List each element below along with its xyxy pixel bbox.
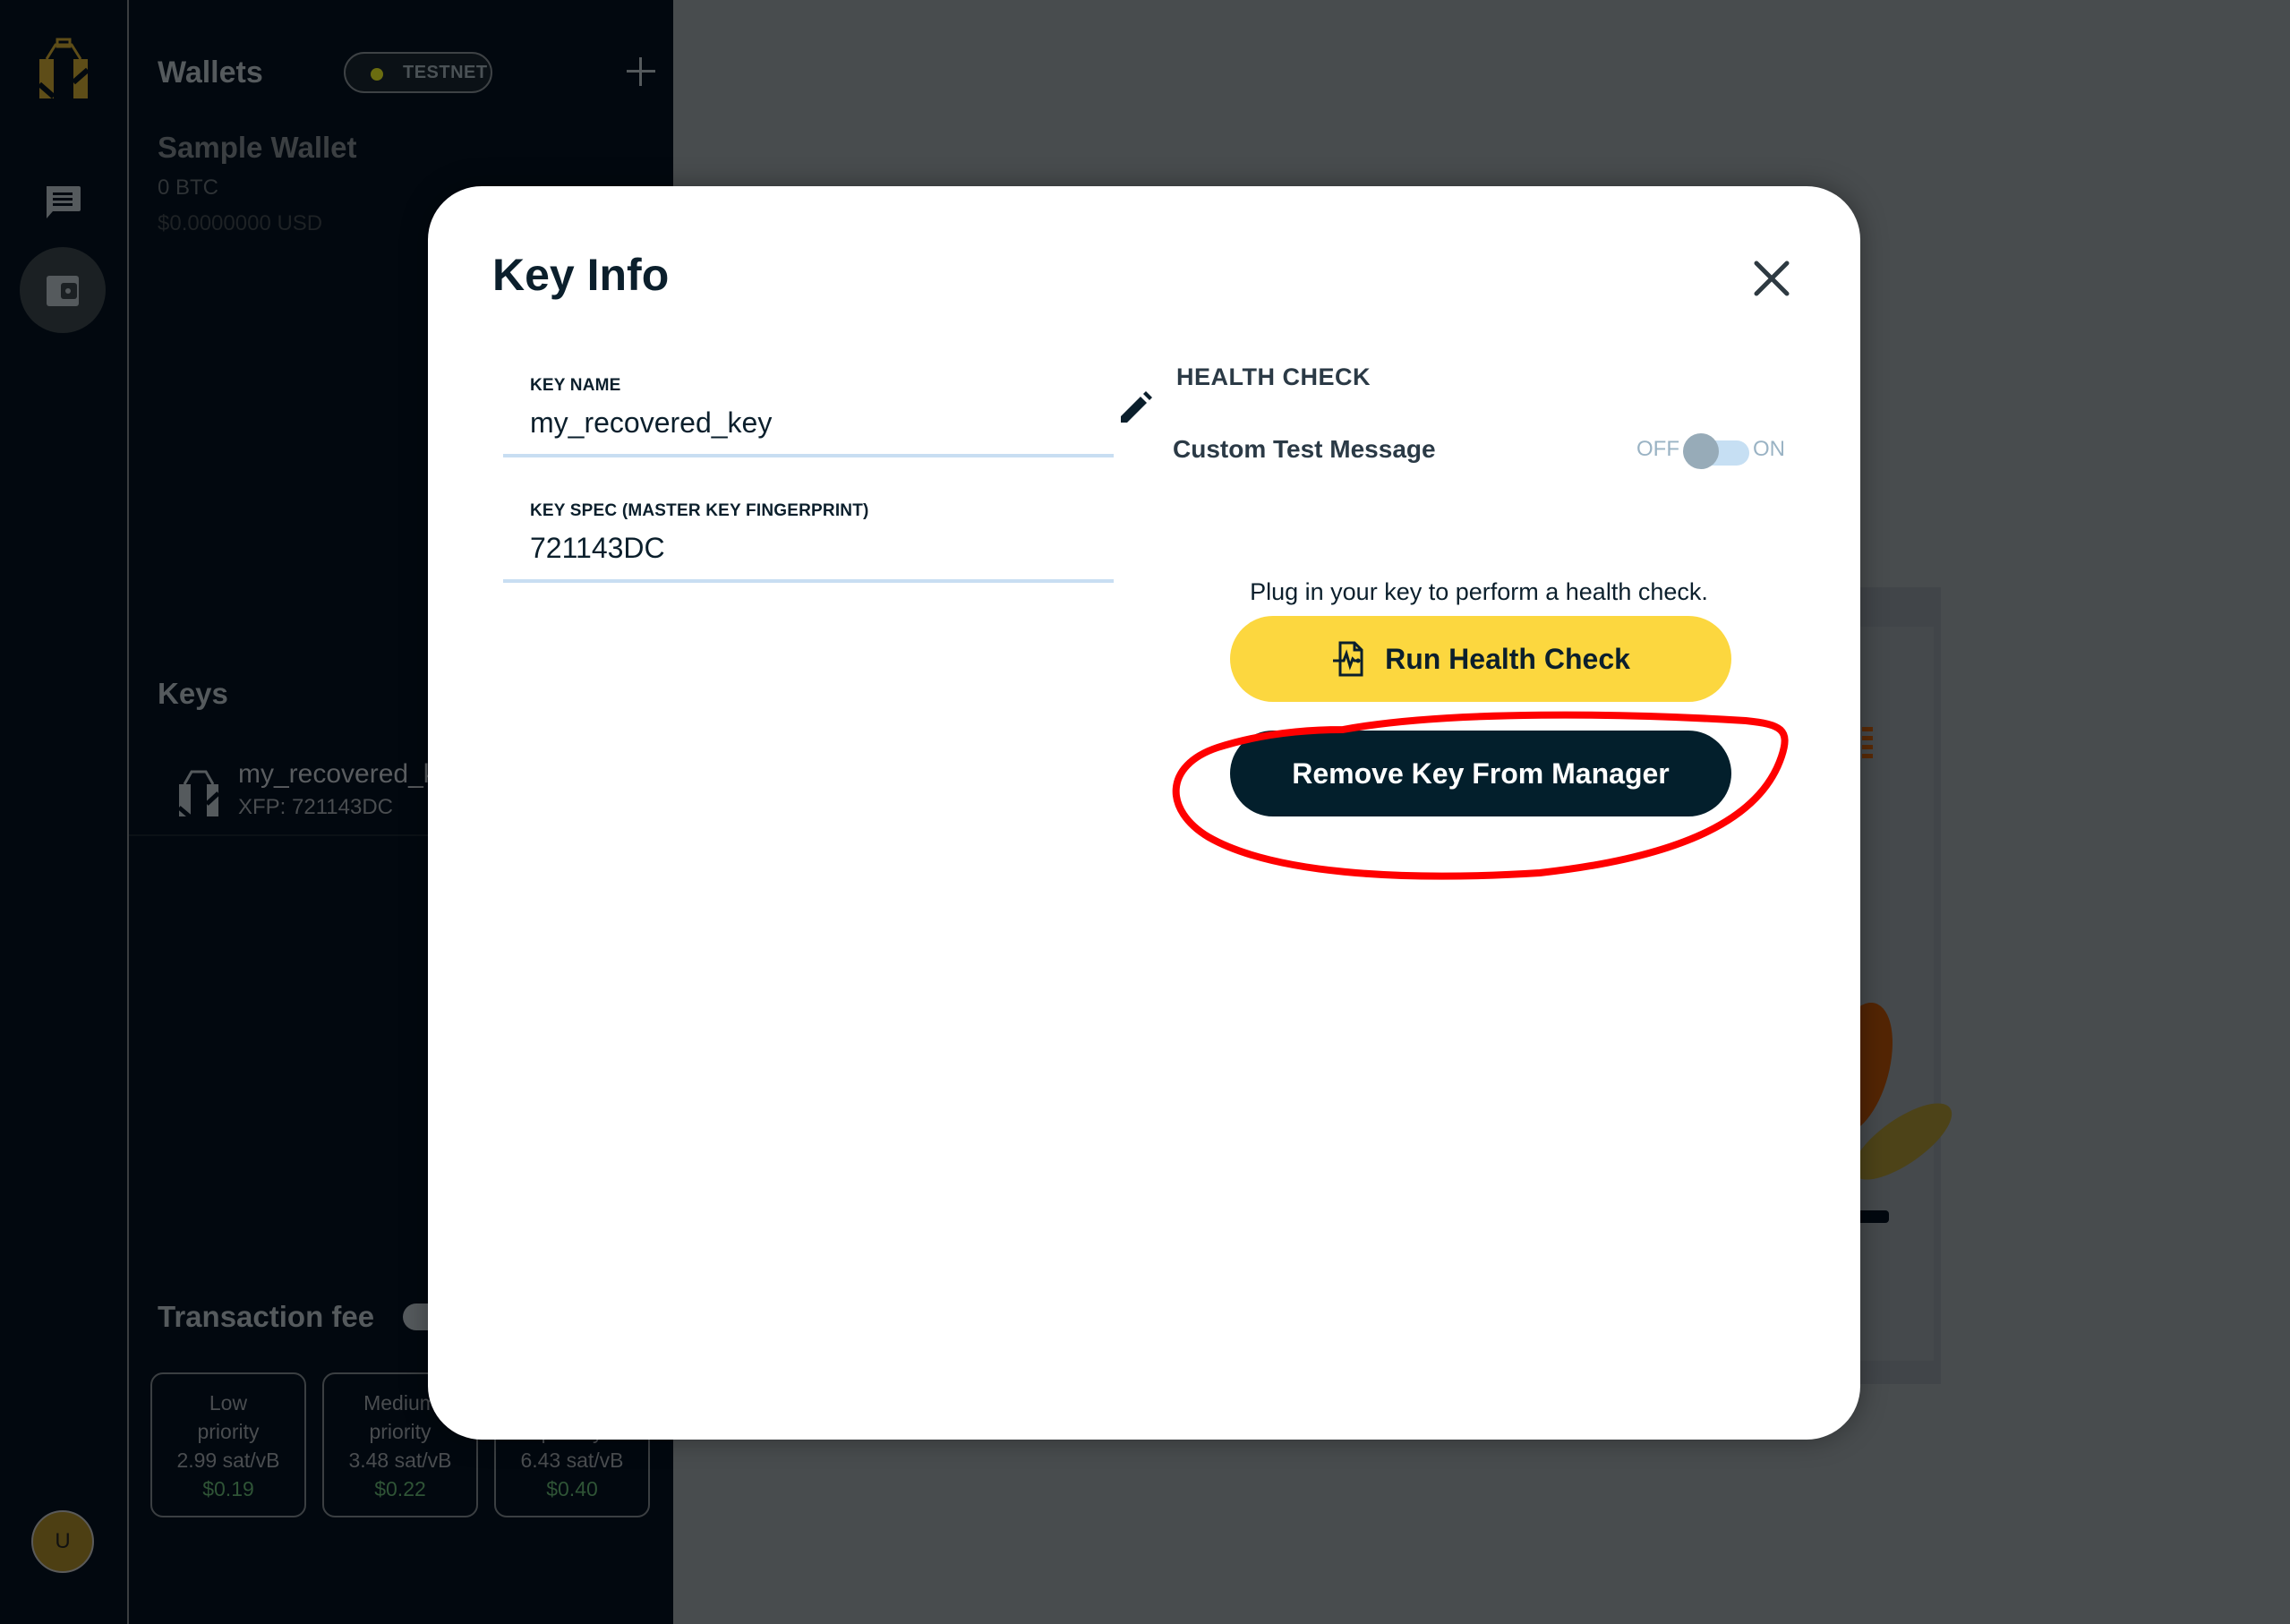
fee-option-low[interactable]: Low priority 2.99 sat/vB $0.19: [150, 1372, 306, 1517]
run-health-check-button[interactable]: Run Health Check: [1230, 616, 1731, 702]
key-spec-label: KEY SPEC (MASTER KEY FINGERPRINT): [530, 501, 869, 520]
illustration-stripes: [1862, 727, 1873, 763]
fee-priority-suffix: priority: [197, 1420, 260, 1443]
wallet-btc-balance: 0 BTC: [158, 175, 219, 200]
unchained-logo-icon: [38, 38, 90, 99]
key-spec-value: 721143DC: [530, 532, 665, 564]
toggle-off-label: OFF: [1636, 437, 1679, 461]
toggle-knob[interactable]: [1683, 433, 1719, 469]
chat-icon[interactable]: [44, 184, 81, 222]
plus-icon[interactable]: [623, 54, 659, 90]
fee-rate: 2.99 sat/vB: [176, 1449, 280, 1472]
pencil-icon[interactable]: [1115, 389, 1155, 428]
nav-wallets-button[interactable]: [20, 247, 106, 333]
hardware-key-icon: [177, 770, 220, 818]
fee-usd: $0.22: [374, 1477, 426, 1500]
wallet-icon: [47, 276, 79, 306]
wallet-name: Sample Wallet: [158, 131, 357, 164]
health-check-title: HEALTH CHECK: [1176, 363, 1371, 390]
avatar-initial: U: [55, 1529, 71, 1553]
user-avatar[interactable]: U: [31, 1510, 94, 1573]
run-health-check-label: Run Health Check: [1385, 642, 1630, 675]
remove-key-button[interactable]: Remove Key From Manager: [1230, 731, 1731, 816]
toggle-on-label: ON: [1753, 437, 1785, 461]
network-status-dot: [371, 68, 383, 81]
custom-test-message-toggle[interactable]: OFF ON: [1636, 433, 1789, 469]
network-badge: TESTNET: [344, 52, 492, 93]
wallets-title: Wallets: [158, 56, 263, 90]
custom-test-message-label: Custom Test Message: [1173, 435, 1436, 463]
keys-title: Keys: [158, 677, 228, 710]
wallet-usd-balance: $0.0000000 USD: [158, 211, 323, 235]
wallets-header: Wallets TESTNET: [158, 52, 659, 97]
key-xfp: XFP: 721143DC: [238, 795, 393, 819]
health-check-hint: Plug in your key to perform a health che…: [1250, 578, 1708, 605]
fee-usd: $0.19: [202, 1477, 254, 1500]
fee-priority: Low: [209, 1391, 248, 1415]
fee-usd: $0.40: [546, 1477, 598, 1500]
network-label: TESTNET: [403, 63, 488, 82]
remove-key-label: Remove Key From Manager: [1292, 756, 1670, 790]
fee-rate: 6.43 sat/vB: [520, 1449, 624, 1472]
transaction-fee-title: Transaction fee: [158, 1300, 375, 1333]
key-spec-field: KEY SPEC (MASTER KEY FINGERPRINT) 721143…: [503, 186, 1114, 583]
key-info-modal: Key Info KEY NAME my_recovered_key KEY S…: [428, 186, 1860, 1440]
health-report-icon: [1333, 641, 1363, 677]
fee-rate: 3.48 sat/vB: [348, 1449, 452, 1472]
close-icon[interactable]: [1749, 256, 1794, 301]
icon-rail: U: [0, 0, 129, 1624]
wallet-list-item[interactable]: Sample Wallet 0 BTC $0.0000000 USD: [158, 131, 357, 236]
